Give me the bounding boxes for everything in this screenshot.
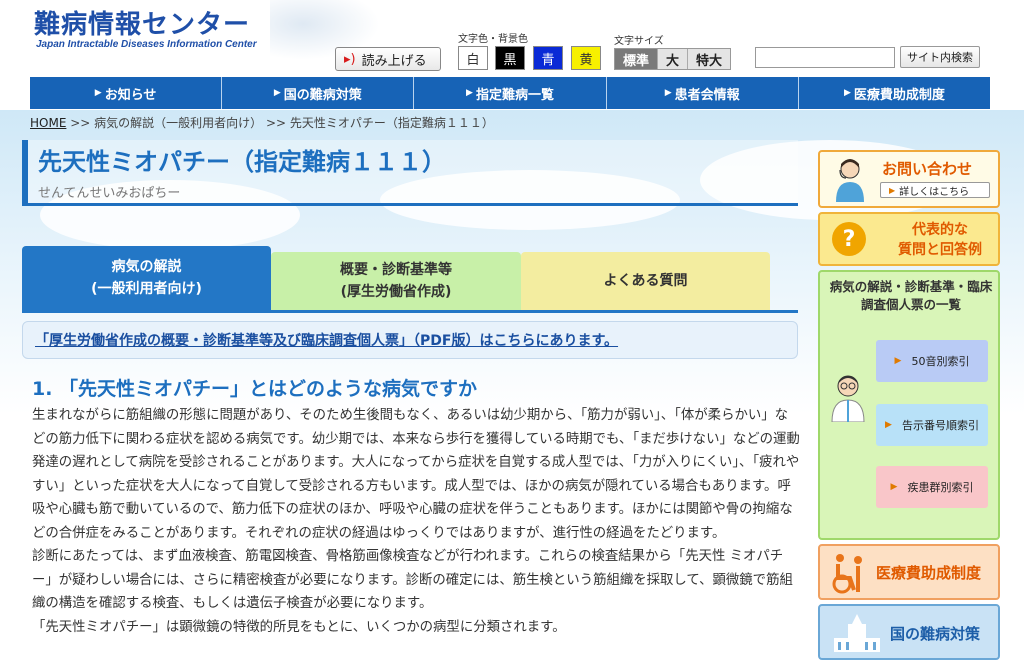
- content-tabs: 病気の解説 (一般利用者向け) 概要・診断基準等 (厚生労働省作成) よくある質…: [22, 246, 772, 310]
- page-title-reading: せんてんせいみおぱちー: [38, 186, 181, 201]
- disease-list-panel: 病気の解説・診断基準・臨床調査個人票の一覧 ▶ 50音別索引 ▶ 告示番号順索引…: [818, 270, 1000, 540]
- nav-item-label: 国の難病対策: [283, 87, 362, 103]
- section-body: 生まれながらに筋組織の形態に問題があり、そのため生後間もなく、あるいは幼少期から…: [32, 404, 800, 639]
- nav-item-designated-list[interactable]: ▶ 指定難病一覧: [414, 77, 607, 109]
- question-mark-icon: ?: [832, 222, 866, 256]
- index-button-label: 疾患群別索引: [907, 481, 974, 494]
- chevron-right-icon: ▶: [889, 185, 896, 195]
- color-white-button[interactable]: 白: [458, 46, 488, 70]
- body-paragraph: 「先天性ミオパチー」は顕微鏡の特徴的所見をもとに、いくつかの病型に分類されます。: [32, 619, 566, 635]
- nav-item-label: 指定難病一覧: [475, 87, 554, 103]
- breadcrumb-trail: >> 病気の解説（一般利用者向け） >> 先天性ミオパチー（指定難病１１１）: [70, 116, 494, 130]
- nav-item-national-policy[interactable]: ▶ 国の難病対策: [222, 77, 415, 109]
- index-gojuon-button[interactable]: ▶ 50音別索引: [876, 340, 988, 382]
- font-size-standard-button[interactable]: 標準: [615, 49, 659, 69]
- chevron-right-icon: ▶: [890, 482, 898, 492]
- national-policy-label: 国の難病対策: [890, 625, 981, 643]
- national-policy-banner[interactable]: 国の難病対策: [818, 604, 1000, 660]
- faq-banner[interactable]: ? 代表的な 質問と回答例: [818, 212, 1000, 266]
- site-logo-subtitle: Japan Intractable Diseases Information C…: [36, 39, 257, 50]
- faq-title: 代表的な 質問と回答例: [890, 220, 990, 260]
- font-size-label: 文字サイズ: [614, 36, 664, 47]
- chevron-right-icon: ▶: [894, 356, 902, 366]
- faq-title-line2: 質問と回答例: [898, 242, 982, 258]
- nav-arrow-icon: ▶: [466, 88, 473, 98]
- nav-arrow-icon: ▶: [94, 88, 102, 98]
- nav-item-patient-groups[interactable]: ▶ 患者会情報: [606, 77, 799, 109]
- contact-title: お問い合わせ: [882, 160, 973, 178]
- tab-sublabel: (一般利用者向け): [91, 281, 202, 297]
- nav-item-label: お知らせ: [104, 87, 157, 103]
- breadcrumb: HOME >> 病気の解説（一般利用者向け） >> 先天性ミオパチー（指定難病１…: [30, 114, 494, 131]
- tab-label: 概要・診断基準等: [340, 262, 452, 278]
- pdf-link[interactable]: 「厚生労働省作成の概要・診断基準等及び臨床調査個人票」（PDF版）はこちらにあり…: [35, 330, 618, 350]
- color-yellow-button[interactable]: 黄: [571, 46, 601, 70]
- doctor-icon: [831, 375, 865, 422]
- site-search-input[interactable]: [755, 47, 895, 68]
- color-black-button[interactable]: 黒: [495, 46, 525, 70]
- read-aloud-label: 読み上げる: [361, 53, 427, 69]
- nav-item-medical-subsidy[interactable]: ▶ 医療費助成制度: [798, 77, 991, 109]
- color-blue-button[interactable]: 青: [533, 46, 563, 70]
- body-paragraph: 生まれながらに筋組織の形態に問題があり、そのため生後間もなく、あるいは幼少期から…: [32, 408, 800, 541]
- site-search-button[interactable]: サイト内検索: [900, 46, 980, 68]
- font-size-large-button[interactable]: 大: [658, 49, 689, 69]
- site-logo-title[interactable]: 難病情報センター: [34, 4, 250, 41]
- index-button-label: 50音別索引: [911, 355, 970, 368]
- operator-icon: [836, 159, 864, 202]
- diet-building-icon: [834, 614, 880, 652]
- tab-sublabel: (厚生労働省作成): [340, 284, 452, 300]
- breadcrumb-home-link[interactable]: HOME: [30, 116, 66, 130]
- read-aloud-button[interactable]: ▸) 読み上げる: [335, 47, 441, 71]
- faq-title-line1: 代表的な: [912, 222, 968, 238]
- index-notice-number-button[interactable]: ▶ 告示番号順索引: [876, 404, 988, 446]
- tab-overview-criteria[interactable]: 概要・診断基準等 (厚生労働省作成): [271, 252, 521, 310]
- tab-disease-explanation[interactable]: 病気の解説 (一般利用者向け): [22, 246, 271, 310]
- font-size-xlarge-button[interactable]: 特大: [688, 49, 731, 69]
- contact-banner[interactable]: お問い合わせ ▶ 詳しくはこちら: [818, 150, 1000, 208]
- nav-item-label: 患者会情報: [674, 87, 740, 103]
- page-title-box: 先天性ミオパチー（指定難病１１１） せんてんせいみおぱちー: [22, 140, 798, 206]
- medical-subsidy-banner[interactable]: 医療費助成制度: [818, 544, 1000, 600]
- tab-label: よくある質問: [603, 273, 688, 289]
- page-title: 先天性ミオパチー（指定難病１１１）: [38, 148, 446, 176]
- main-nav: ▶ お知らせ ▶ 国の難病対策 ▶ 指定難病一覧 ▶ 患者会情報 ▶ 医療費助成制度: [30, 77, 991, 109]
- nav-item-label: 医療費助成制度: [853, 87, 945, 103]
- medical-subsidy-label: 医療費助成制度: [876, 564, 982, 582]
- color-label: 文字色・背景色: [458, 34, 528, 45]
- index-button-label: 告示番号順索引: [901, 419, 979, 432]
- disease-list-title: 病気の解説・診断基準・臨床調査個人票の一覧: [829, 279, 993, 312]
- tab-faq[interactable]: よくある質問: [521, 252, 770, 310]
- tab-label: 病気の解説: [111, 259, 182, 275]
- pdf-link-box: 「厚生労働省作成の概要・診断基準等及び臨床調査個人票」（PDF版）はこちらにあり…: [22, 321, 798, 359]
- tab-underline: [22, 310, 798, 313]
- site-header: 難病情報センター Japan Intractable Diseases Info…: [0, 0, 1024, 76]
- nav-arrow-icon: ▶: [273, 88, 281, 98]
- contact-details-label: 詳しくはこちら: [899, 186, 970, 198]
- speaker-icon: ▸): [344, 51, 356, 67]
- contact-details-button[interactable]: ▶ 詳しくはこちら: [880, 182, 990, 198]
- index-disease-group-button[interactable]: ▶ 疾患群別索引: [876, 466, 988, 508]
- chevron-right-icon: ▶: [885, 420, 892, 430]
- font-size-group: 標準 大 特大: [614, 48, 732, 70]
- nav-item-news[interactable]: ▶ お知らせ: [30, 77, 223, 109]
- body-paragraph: 診断にあたっては、まず血液検査、筋電図検査、骨格筋画像検査などが行われます。これ…: [32, 549, 793, 611]
- wheelchair-icon: [832, 554, 862, 594]
- nav-arrow-icon: ▶: [664, 88, 672, 98]
- nav-arrow-icon: ▶: [843, 88, 851, 98]
- section-heading: 1. 「先天性ミオパチー」とはどのような病気ですか: [32, 378, 478, 400]
